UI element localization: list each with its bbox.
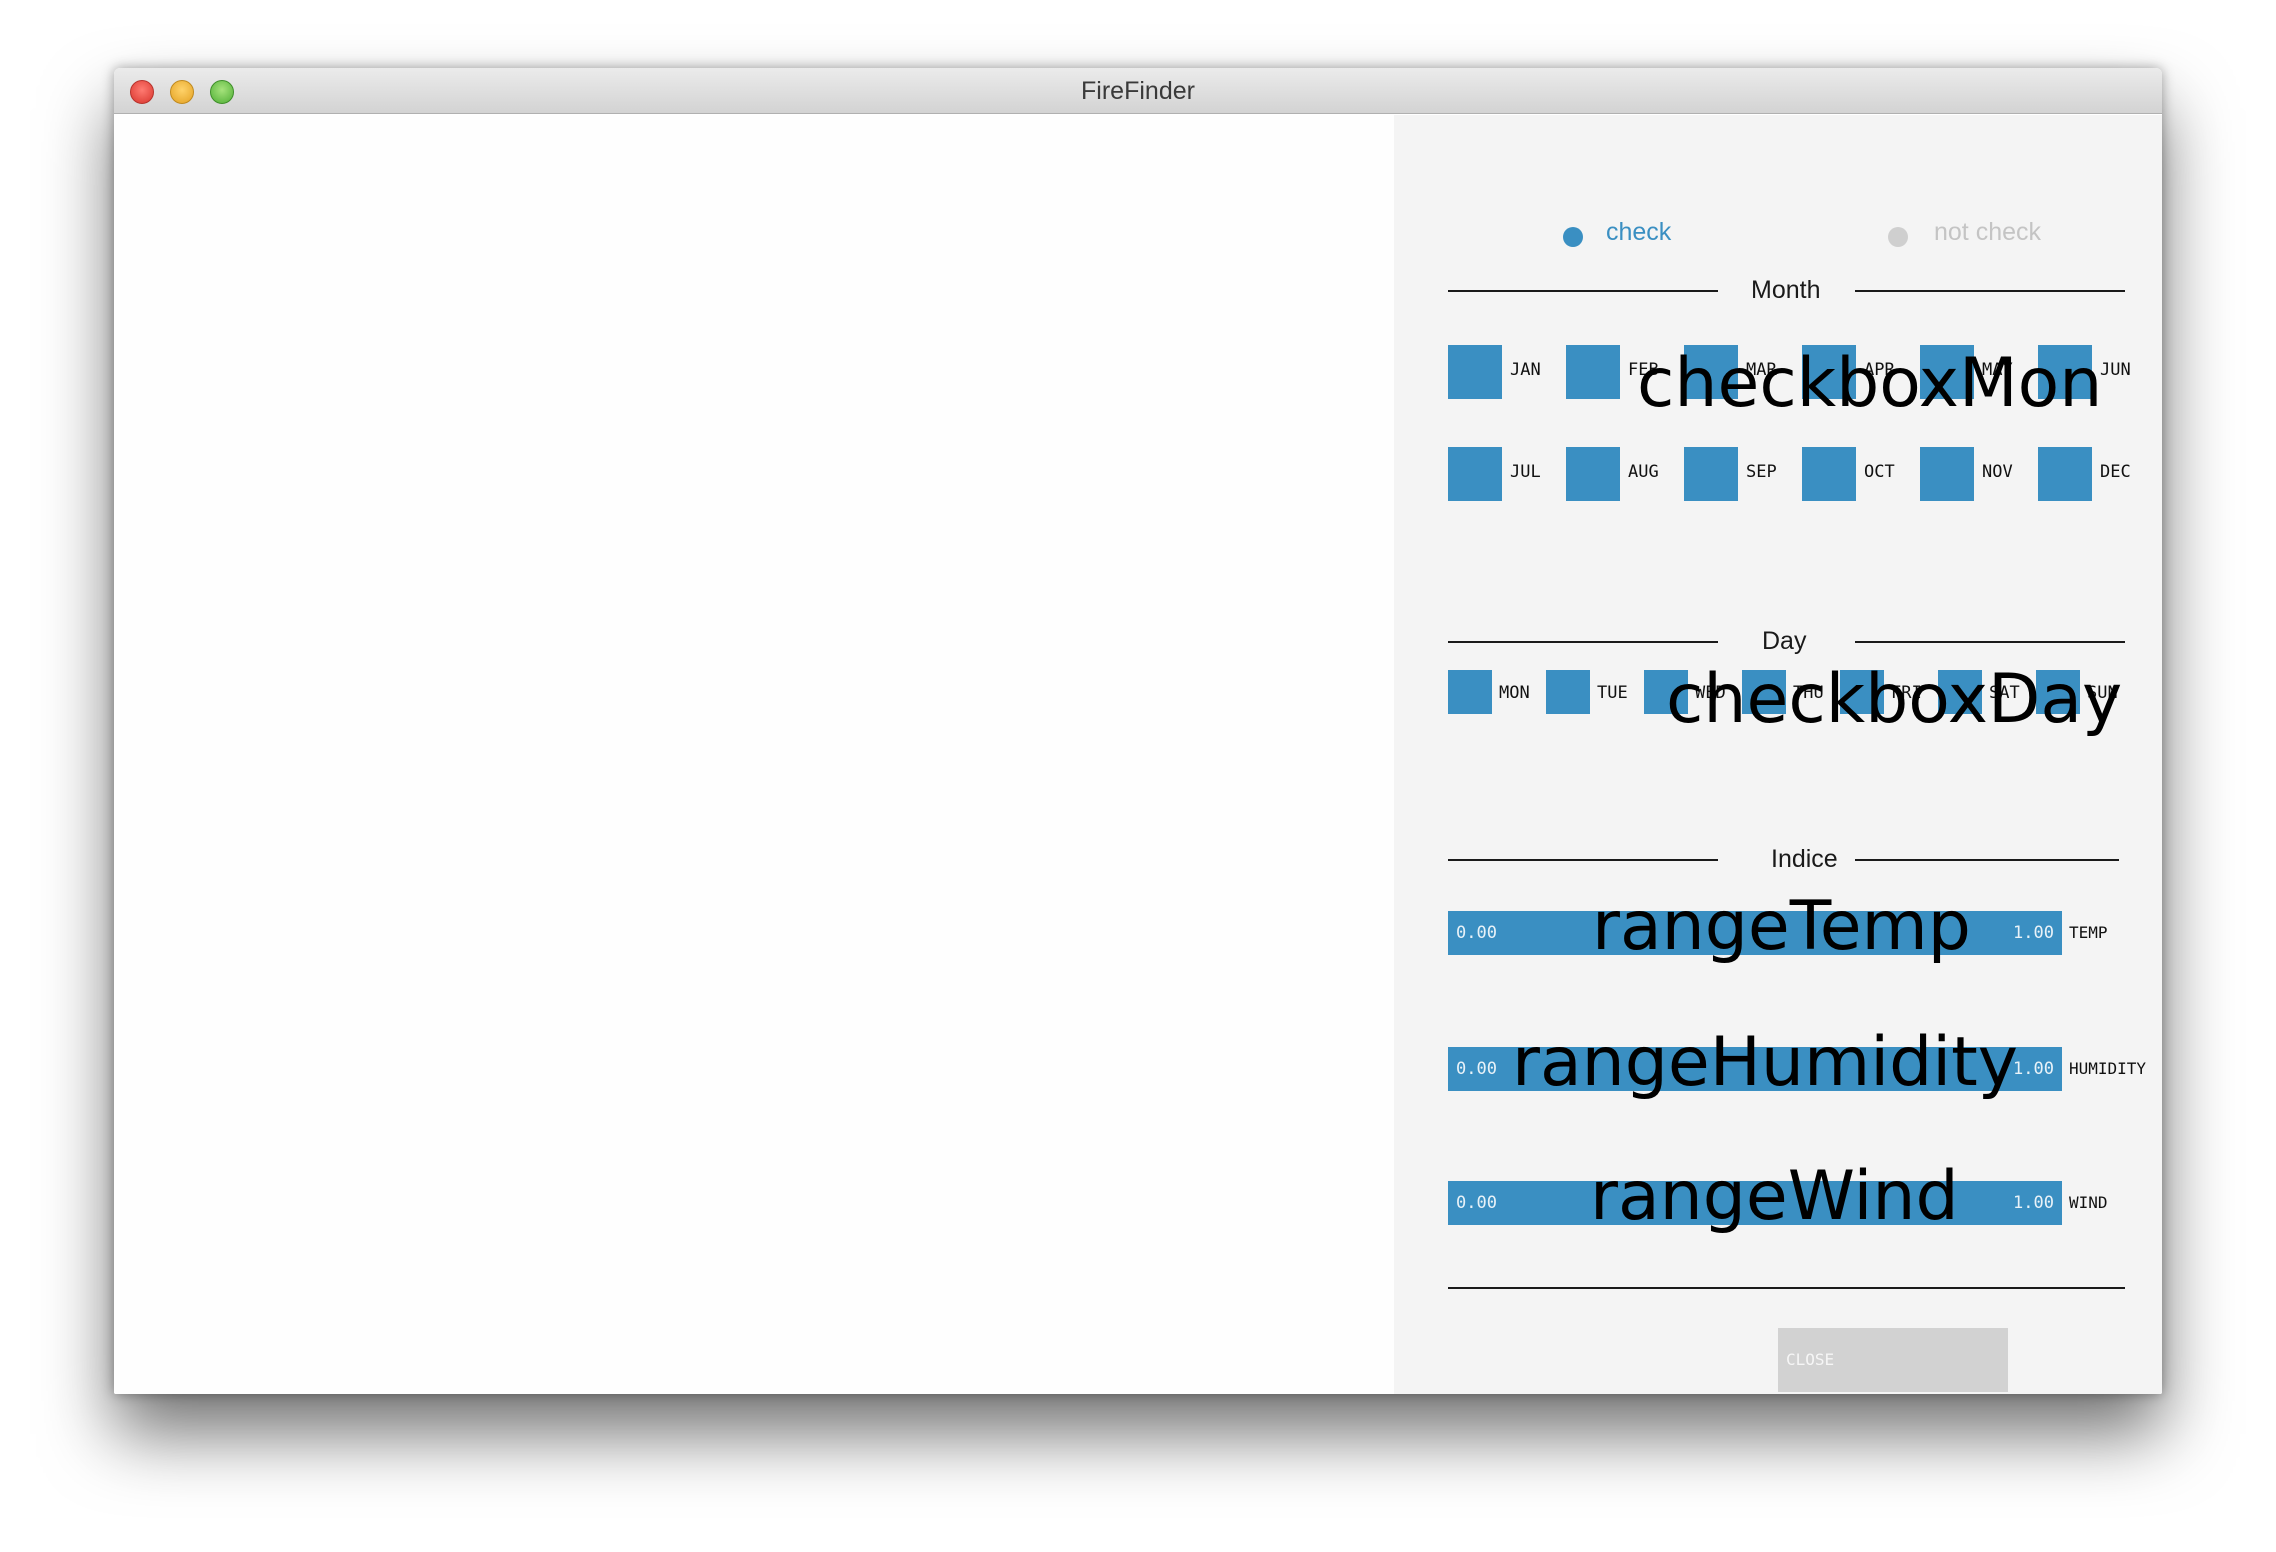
window-title: FireFinder: [1081, 77, 1195, 105]
close-button[interactable]: CLOSE: [1778, 1328, 2008, 1392]
day-checkbox-label: TUE: [1597, 683, 1628, 703]
app-window: FireFinder check not check Month JAN FEB M…: [114, 68, 2162, 1394]
day-divider-left: [1448, 641, 1718, 643]
range-side-label: HUMIDITY: [2069, 1059, 2147, 1078]
range-side-label: WIND: [2069, 1193, 2108, 1212]
day-checkbox-mon[interactable]: [1448, 670, 1492, 714]
month-checkbox-label: JUL: [1510, 462, 1541, 482]
month-divider-left: [1448, 290, 1718, 292]
month-checkbox-label: SEP: [1746, 462, 1777, 482]
bottom-divider: [1448, 1287, 2125, 1289]
indice-divider-right: [1855, 859, 2119, 861]
month-checkbox-label: NOV: [1982, 462, 2013, 482]
day-checkbox-label: MON: [1499, 683, 1530, 703]
month-checkbox-label: OCT: [1864, 462, 1895, 482]
month-checkbox-nov[interactable]: [1920, 447, 1974, 501]
close-button-label: CLOSE: [1786, 1350, 1835, 1369]
day-checkbox-tue[interactable]: [1546, 670, 1590, 714]
day-group-label: checkboxDay: [1666, 660, 2123, 739]
range-name-label: rangeTemp: [1592, 887, 1971, 966]
month-checkbox-aug[interactable]: [1566, 447, 1620, 501]
month-checkbox-label: DEC: [2100, 462, 2131, 482]
range-min-value: 0.00: [1456, 923, 1497, 943]
day-section-title: Day: [1762, 627, 1807, 655]
check-legend-dot: [1563, 227, 1583, 247]
month-group-label: checkboxMon: [1637, 344, 2103, 423]
desktop: FireFinder check not check Month JAN FEB M…: [0, 0, 2276, 1552]
range-max-value: 1.00: [2013, 1193, 2054, 1213]
month-checkbox-feb[interactable]: [1566, 345, 1620, 399]
month-checkbox-sep[interactable]: [1684, 447, 1738, 501]
map-canvas[interactable]: [114, 115, 1394, 1394]
month-checkbox-jul[interactable]: [1448, 447, 1502, 501]
range-max-value: 1.00: [2013, 923, 2054, 943]
range-name-label: rangeWind: [1590, 1157, 1959, 1236]
range-min-value: 0.00: [1456, 1059, 1497, 1079]
title-bar: FireFinder: [114, 68, 2162, 114]
range-max-value: 1.00: [2013, 1059, 2054, 1079]
indice-divider-left: [1448, 859, 1718, 861]
not-check-legend-label: not check: [1934, 218, 2042, 246]
range-side-label: TEMP: [2069, 923, 2108, 942]
month-divider-right: [1855, 290, 2125, 292]
indice-section-title: Indice: [1771, 845, 1838, 873]
month-checkbox-label: JAN: [1510, 360, 1541, 380]
month-checkbox-jan[interactable]: [1448, 345, 1502, 399]
month-checkbox-label: JUN: [2100, 360, 2131, 380]
month-checkbox-label: AUG: [1628, 462, 1659, 482]
control-panel: check not check Month JAN FEB MAR APR MAY JUN…: [1394, 115, 2162, 1394]
check-legend-label: check: [1606, 218, 1672, 246]
not-check-legend-dot: [1888, 227, 1908, 247]
day-divider-right: [1855, 641, 2125, 643]
month-checkbox-oct[interactable]: [1802, 447, 1856, 501]
month-checkbox-dec[interactable]: [2038, 447, 2092, 501]
month-section-title: Month: [1751, 276, 1821, 304]
range-min-value: 0.00: [1456, 1193, 1497, 1213]
range-name-label: rangeHumidity: [1512, 1023, 2019, 1102]
